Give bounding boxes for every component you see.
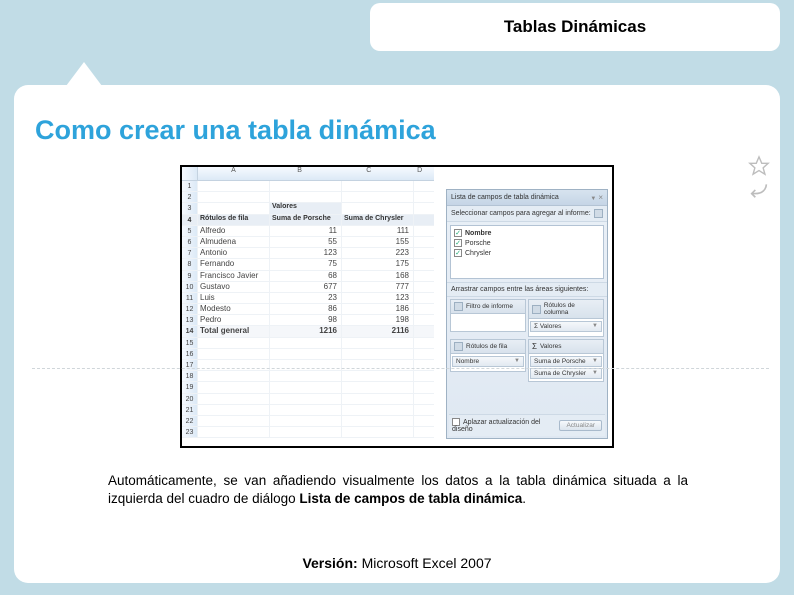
hdr-chrysler: Suma de Chrysler <box>342 215 414 225</box>
row-name: Almudena <box>198 237 270 247</box>
chip-sigma-valores[interactable]: Σ Valores▼ <box>530 321 602 332</box>
col-b: B <box>267 167 336 180</box>
chip-suma-chrysler[interactable]: Suma de Chrysler▼ <box>530 368 602 379</box>
pane-titlebar: Lista de campos de tabla dinámica ▼ × <box>447 190 607 206</box>
divider-line <box>32 368 769 369</box>
hdr-rowlabels: Rótulos de fila <box>198 215 270 225</box>
row-name: Fernando <box>198 259 270 269</box>
row-name: Antonio <box>198 248 270 258</box>
col-d: D <box>405 167 434 180</box>
row-name: Gustavo <box>198 282 270 292</box>
defer-label: Aplazar actualización del diseño <box>452 419 540 433</box>
column-headers: A B C D <box>182 167 434 181</box>
areas-label: Arrastrar campos entre las áreas siguien… <box>447 282 607 297</box>
area-filter[interactable]: Filtro de informe <box>450 299 526 337</box>
pane-footer: .Aplazar actualización del diseño Actual… <box>449 414 605 436</box>
columns-icon <box>532 305 541 314</box>
update-button[interactable]: Actualizar <box>559 420 602 431</box>
col-c: C <box>336 167 405 180</box>
chevron-down-icon[interactable]: ▼ <box>590 196 596 202</box>
excel-screenshot: A B C D 1 2 3Valores 4 Rótulos de fila S… <box>180 165 614 448</box>
footer: Versión: Microsoft Excel 2007 <box>0 555 794 571</box>
row-name: Alfredo <box>198 226 270 236</box>
pivot-table-grid: A B C D 1 2 3Valores 4 Rótulos de fila S… <box>182 167 434 446</box>
footer-value: Microsoft Excel 2007 <box>362 555 492 571</box>
col-a: A <box>198 167 267 180</box>
area-rows[interactable]: Rótulos de fila Nombre▼ <box>450 339 526 382</box>
pane-subtitle: Seleccionar campos para agregar al infor… <box>451 210 591 217</box>
chip-suma-porsche[interactable]: Suma de Porsche▼ <box>530 356 602 367</box>
page-title: Como crear una tabla dinámica <box>35 115 436 146</box>
header-tab: Tablas Dinámicas <box>370 3 780 51</box>
layout-options-icon[interactable] <box>594 209 603 218</box>
field-item[interactable]: ✓Porsche <box>454 239 600 249</box>
row-name: Modesto <box>198 304 270 314</box>
footer-label: Versión: <box>302 555 357 571</box>
chip-nombre[interactable]: Nombre▼ <box>452 356 524 367</box>
valores-header: Valores <box>270 203 342 213</box>
pane-subtitle-row: Seleccionar campos para agregar al infor… <box>447 206 607 222</box>
row-name: Luis <box>198 293 270 303</box>
pointer-triangle <box>66 62 102 86</box>
row-name: Pedro <box>198 315 270 325</box>
area-columns[interactable]: Rótulos de columna Σ Valores▼ <box>528 299 604 337</box>
rows-icon <box>454 342 463 351</box>
pivot-field-pane: Lista de campos de tabla dinámica ▼ × Se… <box>446 189 608 439</box>
description-text: Automáticamente, se van añadiendo visual… <box>108 472 688 508</box>
field-list: ✓Nombre ✓Porsche ✓Chrysler <box>450 225 604 279</box>
star-icon <box>748 155 770 177</box>
area-values[interactable]: ΣΣ ValoresValores Suma de Porsche▼ Suma … <box>528 339 604 382</box>
field-item[interactable]: ✓Nombre <box>454 229 600 239</box>
hdr-porsche: Suma de Porsche <box>270 215 342 225</box>
defer-checkbox[interactable]: . <box>452 418 460 426</box>
total-label: Total general <box>198 326 270 336</box>
close-icon[interactable]: × <box>598 193 603 202</box>
row-name: Francisco Javier <box>198 271 270 281</box>
pane-title: Lista de campos de tabla dinámica <box>451 194 559 201</box>
filter-icon <box>454 302 463 311</box>
field-item[interactable]: ✓Chrysler <box>454 249 600 259</box>
undo-arrow-icon <box>748 180 770 198</box>
header-title: Tablas Dinámicas <box>504 17 646 37</box>
